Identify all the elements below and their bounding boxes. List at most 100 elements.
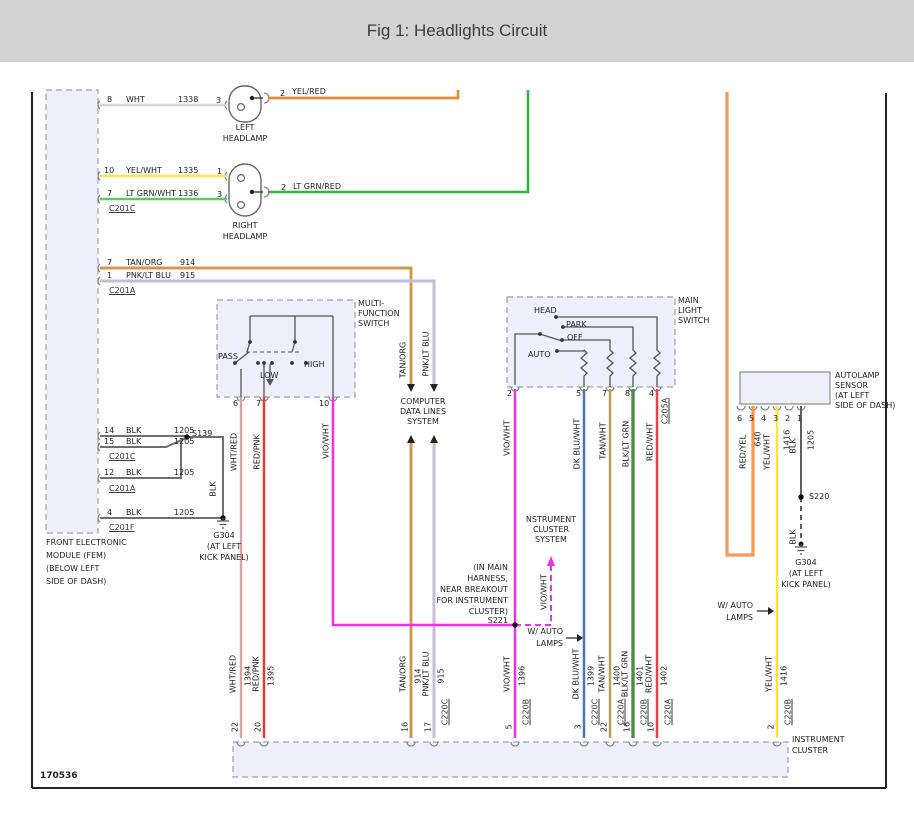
computer-system-label: SYSTEM [407,417,439,426]
computer-system-label: DATA LINES [400,407,446,416]
instrument-cluster-name: CLUSTER [792,746,828,755]
wire-label-red-wht-top: RED/WHT [646,423,655,461]
wire-label-bottom: RED/PNK [252,656,261,692]
left-headlamp-icon [229,86,261,122]
mfs-pin-number: 6 [233,399,238,408]
fem-circuit-number: 1205 [174,508,194,517]
auto-lamps-note-right: W/ AUTO [693,601,753,610]
cluster-pin-number: 22 [600,722,609,732]
autolamp-pin-number: 4 [761,414,766,423]
fem-pin-number: 4 [107,508,112,517]
wiring-svg [0,0,914,824]
fem-name: SIDE OF DASH) [46,577,106,586]
ground-g304-fem-icon [217,518,229,528]
fem-pin-number: 12 [104,468,114,477]
fem-circuit-number: 1205 [174,468,194,477]
ground-location: (AT LEFT [207,542,241,551]
wire-label-bottom: WHT/RED [229,655,238,693]
wire-lt-grn-red [268,90,528,192]
fem-name: MODULE (FEM) [46,551,106,560]
wire-label-yel-red: YEL/RED [292,87,326,96]
wire-red-yel [727,92,753,555]
headlamp-pin-marks [225,93,269,203]
cluster-pin-number: 22 [231,722,240,732]
mls-pin-notches [511,387,661,391]
circuit-number-bottom: 915 [437,668,446,683]
fem-wire-color: LT GRN/WHT [126,189,176,198]
cluster-pin-number: 5 [505,724,514,729]
left-headlamp-name: LEFT [236,123,255,132]
fem-pin-number: 10 [104,166,114,175]
ground-location: KICK PANEL) [199,553,248,562]
wire-label-vio-wht-dashed: VIO/WHT [540,574,549,610]
cluster-pin-number: 2 [767,724,776,729]
fem-circuit-number: 914 [180,258,195,267]
cluster-system-label: CLUSTER [533,525,569,534]
wire-label-bottom: TAN/WHT [598,655,607,692]
vio-wht-arrow-icon [547,556,555,566]
fem-wire-color: TAN/ORG [126,258,162,267]
connector-label: C201A [109,286,135,295]
circuit-number-640: 640 [754,431,763,446]
splice-s139-label: S139 [192,429,212,438]
wire-label-blk-lt-grn-top: BLK/LT GRN [622,421,631,467]
fem-pin-number: 1 [107,271,112,280]
cluster-pin-number: 17 [424,722,433,732]
splice-s220-label: S220 [809,492,829,501]
wire-label-bottom: TAN/ORG [399,656,408,692]
fem-circuit-number: 1335 [178,166,198,175]
s221-note: HARNESS, [388,574,508,583]
autolamp-pin-number: 5 [749,414,754,423]
cluster-pin-number: 10 [647,722,656,732]
autolamp-pin-number: 2 [785,414,790,423]
mfs-pin-number: 10 [319,399,329,408]
autolamp-sensor-box [740,372,830,404]
wire-label-vio-wht-mls-top: VIO/WHT [503,420,512,456]
splice-s221-label: S221 [388,616,508,625]
connector-label: C201C [109,452,135,461]
wire-label-blk-ground: BLK [789,529,798,544]
ground-g304-label: G304 [213,531,234,540]
ground-location: KICK PANEL) [781,580,830,589]
fem-wire-color: BLK [126,468,141,477]
fem-pin-number: 14 [104,426,114,435]
right-headlamp-name: HEADLAMP [223,232,268,241]
wire-label-bottom: YEL/WHT [765,656,774,692]
mfs-name: MULTI- [358,299,384,308]
wire-label-red-pnk-top: RED/PNK [253,434,262,470]
connector-label: C201A [109,484,135,493]
fem-wire-color: YEL/WHT [126,166,162,175]
connector-label-bottom: C220B [784,699,793,725]
wire-label-vio-wht-top: VIO/WHT [322,423,331,459]
mls-pin-number: 4 [649,389,654,398]
instrument-cluster-box [233,742,788,777]
left-headlamp-name: HEADLAMP [223,134,268,143]
computer-system-label: COMPUTER [401,397,446,406]
fem-pin-number: 7 [107,258,112,267]
fem-wire-color: BLK [126,508,141,517]
mls-pin-number: 7 [602,389,607,398]
fem-circuit-number: 1338 [178,95,198,104]
instrument-cluster-name: INSTRUMENT [792,735,845,744]
fem-pin-number: 15 [104,437,114,446]
fem-wire-color: PNK/LT BLU [126,271,171,280]
mls-pin-number: 8 [625,389,630,398]
ground-g304-sensor-icon [795,544,807,554]
s221-note: FOR INSTRUMENT [388,596,508,605]
ground-location: (AT LEFT [789,569,823,578]
auto-lamps-arrow-mid [566,634,583,642]
right-headlamp-name: RIGHT [232,221,257,230]
fem-circuit-number: 915 [180,271,195,280]
circuit-number-bottom: 1401 [636,666,645,686]
wiring-diagram-page: Fig 1: Headlights Circuit [0,0,914,824]
autolamp-pin-number: 3 [773,414,778,423]
main-light-switch-box [507,297,675,387]
circuit-number-1205: 1205 [807,430,816,450]
fem-wire-color: BLK [126,426,141,435]
multi-function-switch-box [217,300,355,397]
wire-label-dk-blu-wht-top: DK BLU/WHT [573,419,582,470]
mls-name: LIGHT [678,306,702,315]
autolamp-name: SIDE OF DASH) [835,401,895,410]
cluster-pin-number: 3 [574,724,583,729]
mfs-name: SWITCH [358,319,389,328]
